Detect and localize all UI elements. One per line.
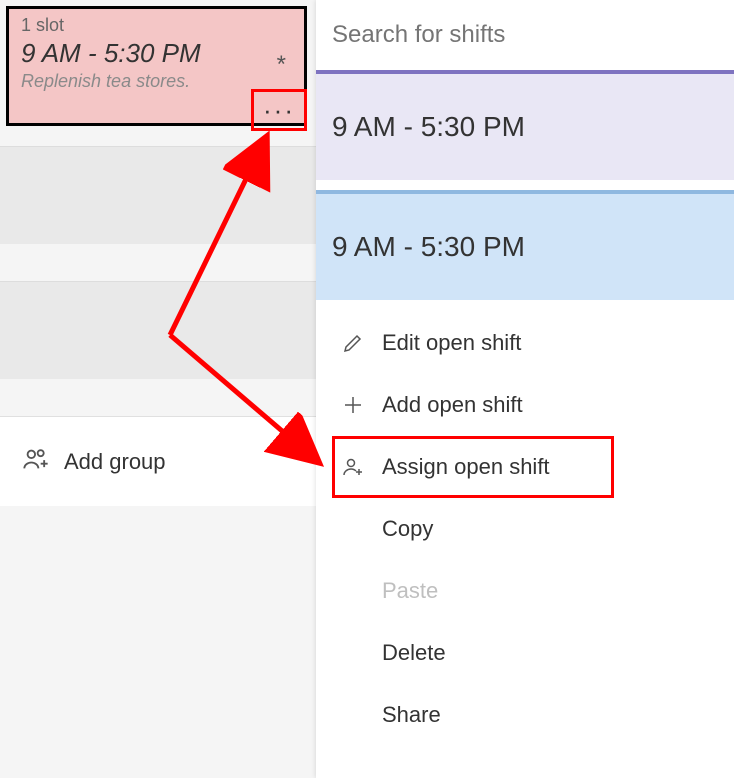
menu-label: Delete xyxy=(382,640,446,666)
context-menu: Edit open shift Add open shift Assign op… xyxy=(316,312,734,746)
menu-label: Assign open shift xyxy=(382,454,550,480)
asterisk-indicator: * xyxy=(277,51,286,79)
open-shift-card[interactable]: 1 slot 9 AM - 5:30 PM Replenish tea stor… xyxy=(6,6,307,126)
menu-label: Share xyxy=(382,702,441,728)
menu-delete[interactable]: Delete xyxy=(332,622,734,684)
menu-copy[interactable]: Copy xyxy=(332,498,734,560)
shift-result-item[interactable]: 9 AM - 5:30 PM xyxy=(316,190,734,300)
menu-assign-open-shift[interactable]: Assign open shift xyxy=(332,436,614,498)
schedule-row[interactable] xyxy=(0,281,316,379)
context-menu-panel: 9 AM - 5:30 PM 9 AM - 5:30 PM Edit open … xyxy=(316,0,734,778)
schedule-row[interactable] xyxy=(0,146,316,244)
shift-result-time: 9 AM - 5:30 PM xyxy=(332,231,525,263)
plus-icon xyxy=(338,393,368,417)
pencil-icon xyxy=(338,331,368,355)
slot-count-label: 1 slot xyxy=(21,15,292,36)
menu-edit-open-shift[interactable]: Edit open shift xyxy=(332,312,734,374)
left-panel: 1 slot 9 AM - 5:30 PM Replenish tea stor… xyxy=(0,0,316,778)
menu-label: Copy xyxy=(382,516,433,542)
shift-result-time: 9 AM - 5:30 PM xyxy=(332,111,525,143)
menu-label: Edit open shift xyxy=(382,330,521,356)
menu-share[interactable]: Share xyxy=(332,684,734,746)
search-row xyxy=(316,0,734,70)
shift-time-label: 9 AM - 5:30 PM xyxy=(21,38,292,69)
menu-label: Add open shift xyxy=(382,392,523,418)
menu-paste: Paste xyxy=(332,560,734,622)
menu-label: Paste xyxy=(382,578,438,604)
add-group-label: Add group xyxy=(64,449,166,475)
more-options-button[interactable]: ··· xyxy=(251,89,307,131)
search-input[interactable] xyxy=(332,21,734,49)
add-group-button[interactable]: Add group xyxy=(0,416,316,506)
menu-add-open-shift[interactable]: Add open shift xyxy=(332,374,734,436)
add-group-icon xyxy=(22,445,50,478)
person-plus-icon xyxy=(338,455,368,479)
shift-result-item[interactable]: 9 AM - 5:30 PM xyxy=(316,70,734,180)
